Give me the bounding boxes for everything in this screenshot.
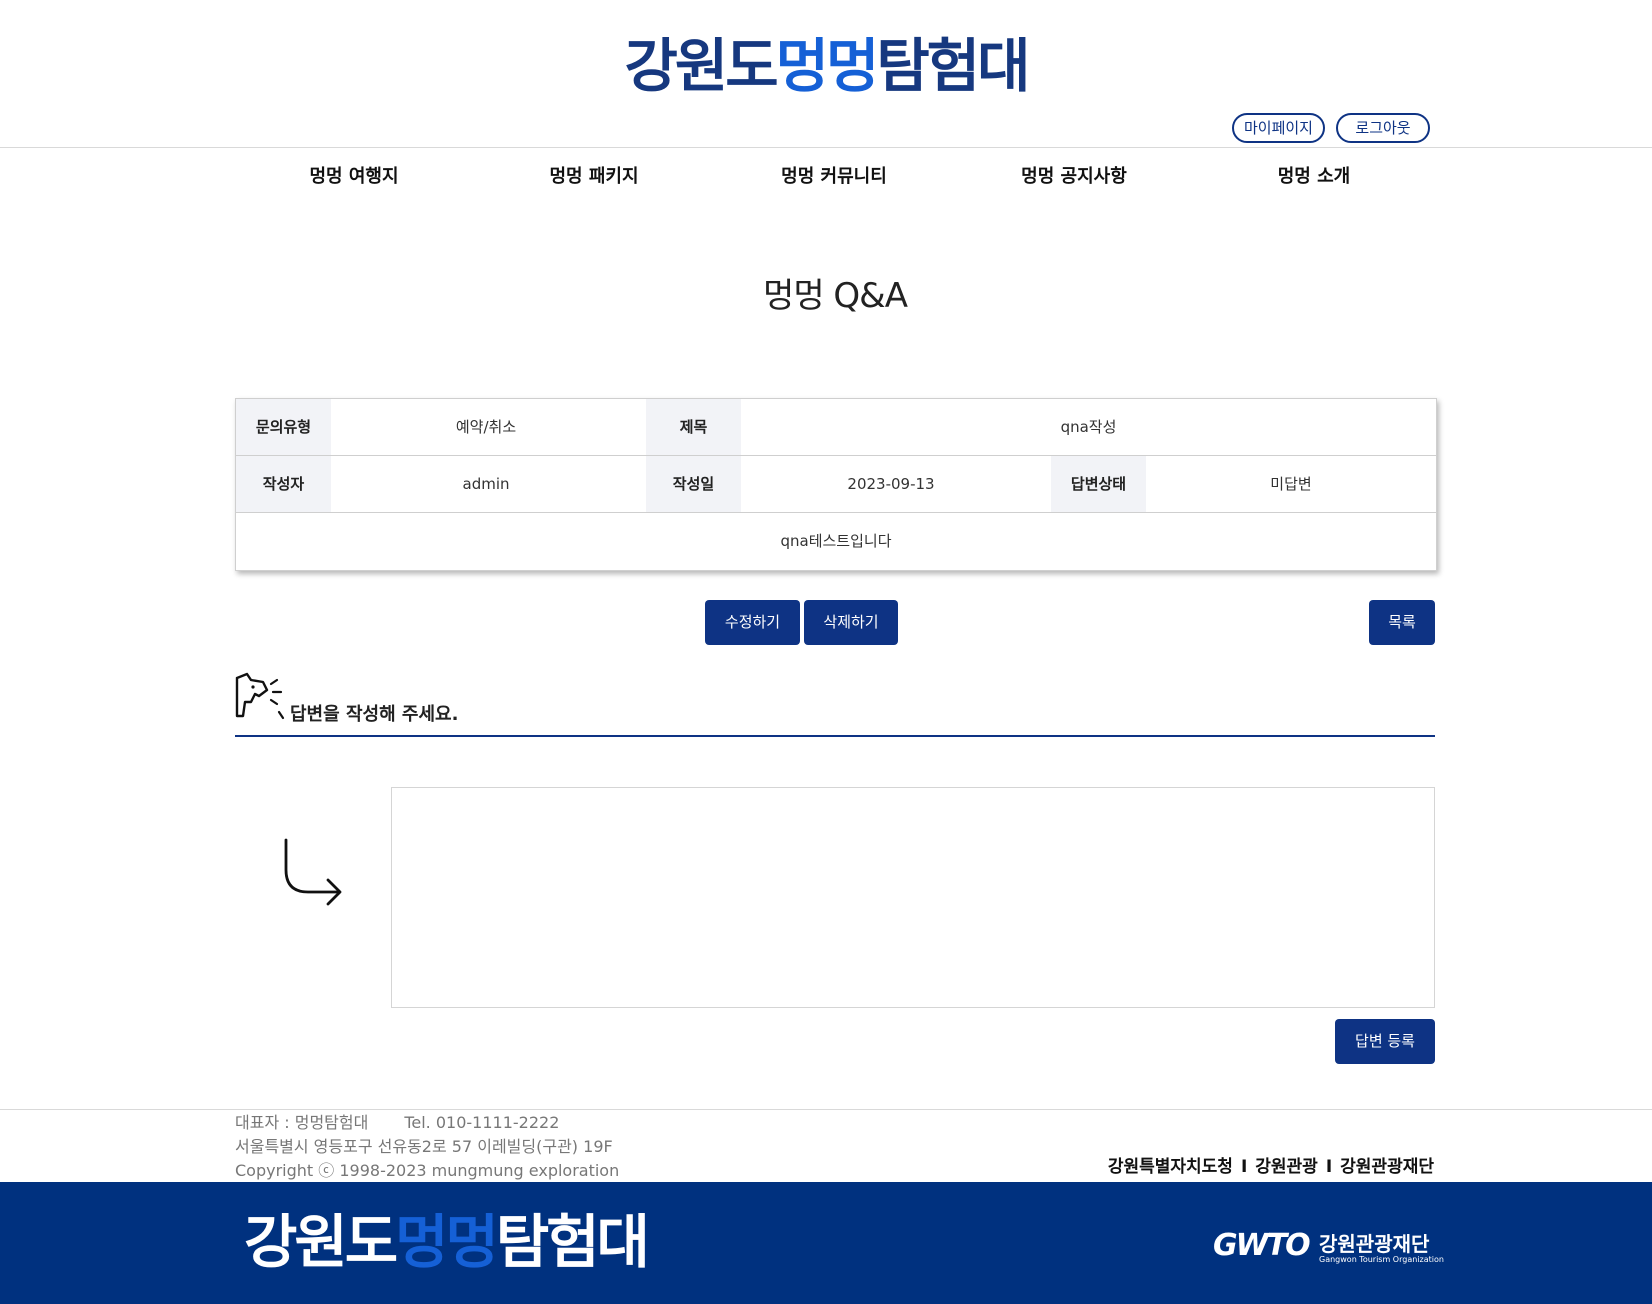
footer-links: 강원특별자치도청 I 강원관광 I 강원관광재단 bbox=[1108, 1152, 1434, 1177]
table-row: qna테스트입니다 bbox=[236, 513, 1436, 570]
site-logo[interactable]: 강원도멍멍탐험대 bbox=[0, 26, 1652, 106]
logout-button[interactable]: 로그아웃 bbox=[1336, 113, 1430, 143]
status-value: 미답변 bbox=[1270, 475, 1312, 493]
table-row: 작성자 admin 작성일 2023-09-13 답변상태 미답변 bbox=[236, 456, 1436, 513]
footer-logo-gangwon: 강원도 bbox=[244, 1208, 398, 1276]
footer-link-province[interactable]: 강원특별자치도청 bbox=[1108, 1157, 1233, 1177]
curved-arrow-icon bbox=[284, 838, 342, 906]
footer-link-separator: I bbox=[1240, 1157, 1248, 1177]
type-label: 문의유형 bbox=[236, 399, 331, 455]
author-label: 작성자 bbox=[236, 456, 331, 512]
page-title: 멍멍 Q&A bbox=[763, 276, 908, 316]
mypage-button[interactable]: 마이페이지 bbox=[1232, 113, 1325, 143]
list-button[interactable]: 목록 bbox=[1369, 600, 1435, 645]
gwto-subtitle: Gangwon Tourism Organization bbox=[1319, 1255, 1444, 1264]
footer-link-tourism[interactable]: 강원관광 bbox=[1255, 1157, 1318, 1177]
author-value: admin bbox=[462, 475, 510, 493]
logo-text-gangwon: 강원도 bbox=[624, 32, 779, 100]
footer-logo-explorers: 탐험대 bbox=[495, 1208, 650, 1276]
dog-megaphone-icon bbox=[235, 672, 285, 720]
footer-logo-mungmung: 멍멍 bbox=[395, 1208, 499, 1276]
footer-divider bbox=[0, 1109, 1652, 1110]
footer-link-foundation[interactable]: 강원관광재단 bbox=[1340, 1157, 1434, 1177]
qna-detail-table: 문의유형 예약/취소 제목 qna작성 작성자 admin 작성일 2023-0… bbox=[235, 398, 1437, 571]
gwto-mark: GWTO bbox=[1213, 1228, 1311, 1263]
gwto-logo-icon[interactable]: GWTO 강원관광재단 Gangwon Tourism Organization bbox=[1213, 1228, 1444, 1264]
table-row: 문의유형 예약/취소 제목 qna작성 bbox=[236, 399, 1436, 456]
footer-contact: 대표자 : 멍멍탐험대 Tel. 010-1111-2222 bbox=[235, 1111, 559, 1135]
edit-button[interactable]: 수정하기 bbox=[705, 600, 800, 645]
nav-item-packages[interactable]: 멍멍 패키지 bbox=[494, 162, 694, 192]
footer-representative: 대표자 : 멍멍탐험대 bbox=[235, 1113, 369, 1132]
type-value: 예약/취소 bbox=[455, 418, 517, 436]
footer-address: 서울특별시 영등포구 선유동2로 57 이레빌딩(구관) 19F bbox=[235, 1137, 613, 1156]
nav-item-notices[interactable]: 멍멍 공지사항 bbox=[974, 162, 1174, 192]
answer-textarea[interactable] bbox=[391, 787, 1435, 1008]
footer-link-separator: I bbox=[1325, 1157, 1333, 1177]
header-divider bbox=[0, 147, 1652, 148]
footer-logo[interactable]: 강원도멍멍탐험대 bbox=[244, 1208, 650, 1276]
gwto-name: 강원관광재단 bbox=[1319, 1232, 1430, 1256]
logo-text-mungmung: 멍멍 bbox=[775, 32, 880, 100]
subject-label: 제목 bbox=[646, 399, 741, 455]
answer-divider bbox=[235, 735, 1435, 737]
logo-text-explorers: 탐험대 bbox=[876, 32, 1030, 100]
status-label: 답변상태 bbox=[1051, 456, 1146, 512]
footer-tel: Tel. 010-1111-2222 bbox=[404, 1113, 560, 1132]
footer-copyright: Copyright ⓒ 1998-2023 mungmung explorati… bbox=[235, 1161, 620, 1180]
date-value: 2023-09-13 bbox=[847, 475, 935, 493]
date-label: 작성일 bbox=[646, 456, 741, 512]
nav-item-community[interactable]: 멍멍 커뮤니티 bbox=[734, 162, 934, 192]
answer-heading: 답변을 작성해 주세요. bbox=[290, 704, 459, 725]
subject-value: qna작성 bbox=[1060, 418, 1117, 436]
delete-button[interactable]: 삭제하기 bbox=[804, 600, 898, 645]
submit-answer-button[interactable]: 답변 등록 bbox=[1335, 1019, 1435, 1064]
content-value: qna테스트입니다 bbox=[780, 532, 892, 550]
nav-item-destinations[interactable]: 멍멍 여행지 bbox=[254, 162, 454, 192]
nav-item-about[interactable]: 멍멍 소개 bbox=[1214, 162, 1414, 192]
